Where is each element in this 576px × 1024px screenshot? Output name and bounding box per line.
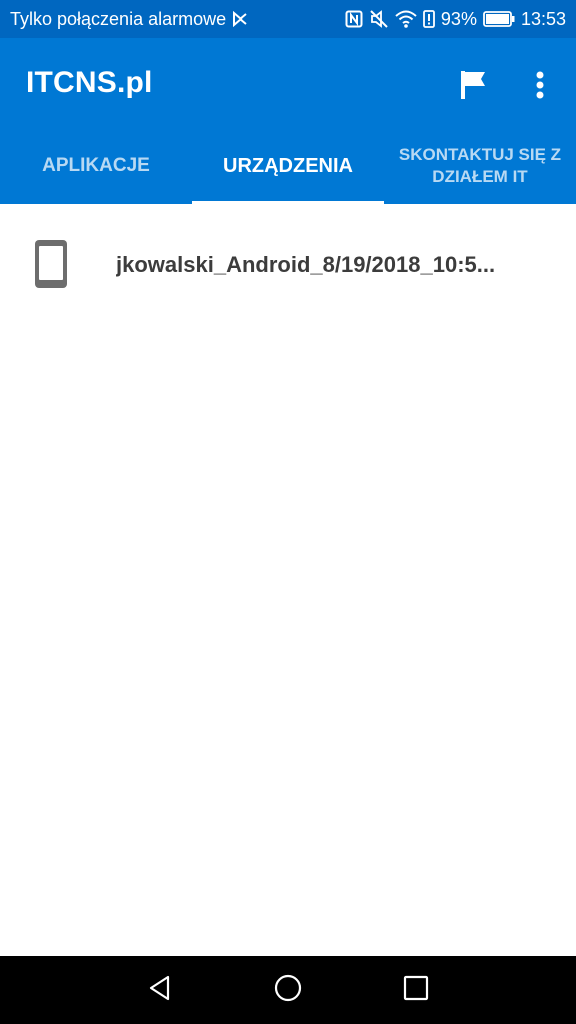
status-right: 93% 13:53 xyxy=(345,9,566,30)
vpn-key-icon xyxy=(232,11,248,27)
tab-devices[interactable]: URZĄDZENIA xyxy=(192,128,384,204)
more-options-button[interactable] xyxy=(516,63,564,111)
more-vert-icon xyxy=(536,71,544,104)
tab-contact-it[interactable]: SKONTAKTUJ SIĘ Z DZIAŁEM IT xyxy=(384,128,576,204)
device-name: jkowalski_Android_8/19/2018_10:5... xyxy=(116,252,496,277)
home-icon xyxy=(273,973,303,1008)
back-button[interactable] xyxy=(140,970,180,1010)
recents-icon xyxy=(403,975,429,1006)
list-item[interactable]: jkowalski_Android_8/19/2018_10:5... xyxy=(0,228,576,300)
battery-alert-icon xyxy=(423,10,435,28)
nfc-icon xyxy=(345,10,363,28)
device-list: jkowalski_Android_8/19/2018_10:5... xyxy=(0,204,576,956)
tab-bar: APLIKACJE URZĄDZENIA SKONTAKTUJ SIĘ Z DZ… xyxy=(0,128,576,204)
status-bar: Tylko połączenia alarmowe 93% 13:53 xyxy=(0,0,576,38)
battery-percent: 93% xyxy=(440,8,477,29)
home-button[interactable] xyxy=(268,970,308,1010)
app-bar: ITCNS.pl APLIKACJE URZĄDZENIA SKONTAKTUJ… xyxy=(0,38,576,204)
carrier-text: Tylko połączenia alarmowe xyxy=(10,8,227,29)
battery-icon xyxy=(483,11,515,27)
status-left: Tylko połączenia alarmowe xyxy=(10,9,345,30)
mute-icon xyxy=(369,10,389,28)
wifi-icon xyxy=(395,10,417,28)
recents-button[interactable] xyxy=(396,970,436,1010)
navigation-bar xyxy=(0,956,576,1024)
app-title: ITCNS.pl xyxy=(26,66,153,99)
flag-button[interactable] xyxy=(450,63,498,111)
flag-icon xyxy=(461,70,487,104)
screen: Tylko połączenia alarmowe 93% 13:53 ITCN… xyxy=(0,0,576,1024)
phone-icon xyxy=(35,240,67,288)
tab-applications[interactable]: APLIKACJE xyxy=(0,128,192,204)
status-time: 13:53 xyxy=(520,8,566,29)
back-icon xyxy=(146,974,174,1007)
toolbar: ITCNS.pl xyxy=(0,38,576,128)
